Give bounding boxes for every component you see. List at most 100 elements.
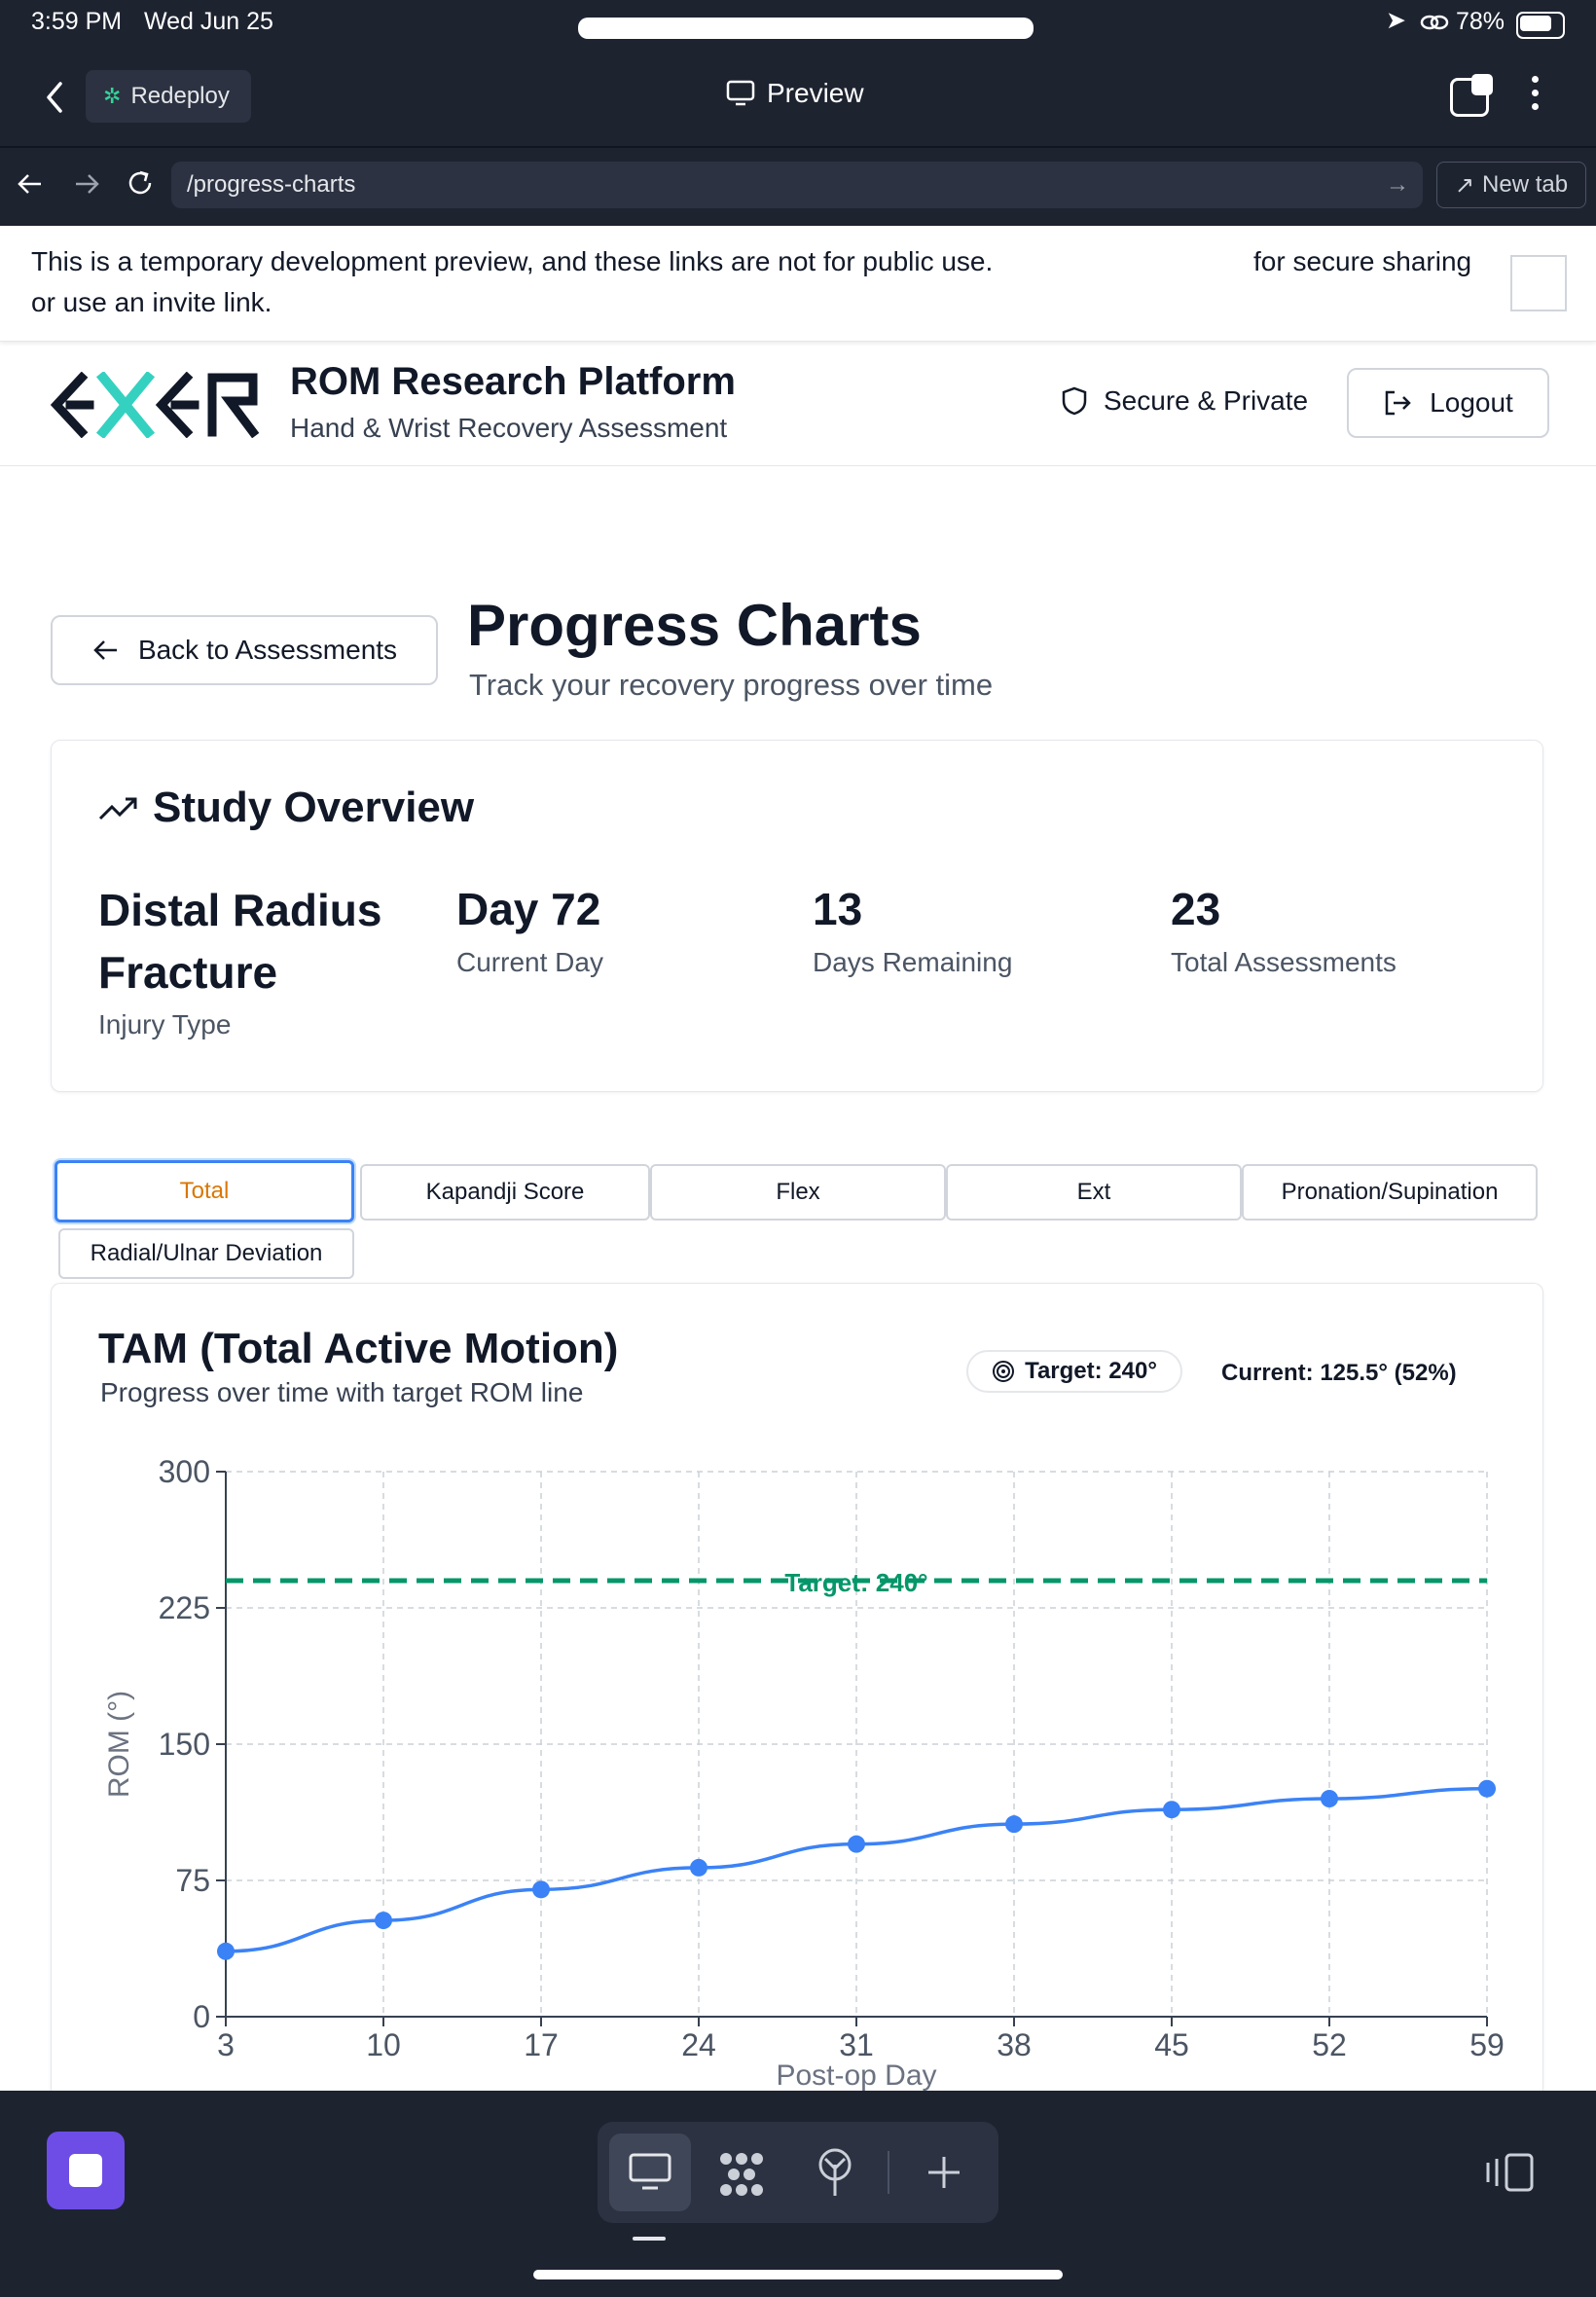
tab-radial-ulnar-deviation[interactable]: Radial/Ulnar Deviation xyxy=(58,1228,354,1279)
dock-desktop-button[interactable] xyxy=(609,2133,691,2211)
data-point xyxy=(1478,1779,1496,1798)
x-tick-label: 10 xyxy=(366,2027,401,2062)
data-point xyxy=(1163,1801,1180,1819)
shield-icon xyxy=(1062,386,1087,416)
bottom-dock xyxy=(0,2091,1596,2297)
sidebar-toggle-icon[interactable] xyxy=(1485,2151,1536,2194)
status-time: 3:59 PM xyxy=(31,8,123,35)
home-indicator[interactable] xyxy=(533,2270,1063,2279)
app-icon[interactable] xyxy=(47,2132,125,2209)
notice-right: for secure sharing xyxy=(1253,246,1472,276)
stat-total-assessments-label: Total Assessments xyxy=(1171,947,1396,977)
new-tab-label: New tab xyxy=(1482,171,1569,198)
grid-dots-icon[interactable] xyxy=(718,2151,765,2198)
app-subtitle: Hand & Wrist Recovery Assessment xyxy=(290,413,728,443)
target-icon xyxy=(993,1361,1015,1382)
tab-kapandji-score[interactable]: Kapandji Score xyxy=(360,1164,650,1221)
target-badge-label: Target: 240° xyxy=(1025,1358,1157,1384)
app-header: ROM Research Platform Hand & Wrist Recov… xyxy=(0,341,1596,466)
tab-ext[interactable]: Ext xyxy=(946,1164,1242,1221)
url-bar[interactable]: /progress-charts → xyxy=(171,162,1423,208)
preview-notice: This is a temporary development preview,… xyxy=(0,226,1596,342)
location-icon: ➤ xyxy=(1386,7,1406,34)
stat-injury-label: Injury Type xyxy=(98,1009,232,1039)
y-tick-label: 0 xyxy=(193,1999,210,2034)
new-tab-button[interactable]: ↗ New tab xyxy=(1436,162,1586,208)
x-tick-label: 3 xyxy=(217,2027,235,2062)
url-text: /progress-charts xyxy=(187,171,356,198)
chart-subtitle: Progress over time with target ROM line xyxy=(100,1377,584,1407)
data-point xyxy=(690,1858,707,1877)
stat-days-remaining-value: 13 xyxy=(813,884,863,934)
tab-flex[interactable]: Flex xyxy=(650,1164,946,1221)
y-tick-label: 300 xyxy=(159,1454,210,1489)
browser-chrome: 3:59 PM Wed Jun 25 ➤ 78% ✲ Redeploy Prev… xyxy=(0,0,1596,226)
injury-line1: Distal Radius xyxy=(98,885,382,935)
link-icon xyxy=(1420,15,1449,30)
redeploy-button[interactable]: ✲ Redeploy xyxy=(86,70,251,123)
tab-total[interactable]: Total xyxy=(54,1160,354,1222)
redeploy-label: Redeploy xyxy=(130,83,230,109)
y-tick-label: 150 xyxy=(159,1727,210,1762)
stat-injury-value: Distal Radius Fracture xyxy=(98,879,381,1003)
deploy-icon[interactable] xyxy=(814,2147,856,2198)
x-tick-label: 24 xyxy=(681,2027,716,2062)
multitask-handle[interactable] xyxy=(578,18,1034,39)
overview-title: Study Overview xyxy=(153,784,475,831)
data-point xyxy=(848,1835,865,1853)
stat-current-day-value: Day 72 xyxy=(456,884,601,934)
tam-line-chart: 0 75 150 225 300 3 10 17 24 31 38 45 52 59 Post-op Day… xyxy=(103,1454,1505,2091)
battery-percent: 78% xyxy=(1456,8,1505,35)
go-arrow-icon[interactable]: → xyxy=(1386,171,1409,199)
tab-pronation-supination[interactable]: Pronation/Supination xyxy=(1242,1164,1538,1221)
y-tick-label: 75 xyxy=(175,1863,210,1898)
app-title: ROM Research Platform xyxy=(290,360,736,403)
exer-logo xyxy=(50,372,260,438)
stat-days-remaining-label: Days Remaining xyxy=(813,947,1013,977)
plus-icon[interactable] xyxy=(925,2153,963,2192)
x-tick-label: 31 xyxy=(839,2027,874,2062)
x-tick-label: 59 xyxy=(1469,2027,1505,2062)
reload-icon[interactable] xyxy=(125,167,156,199)
target-line-label: Target: 240° xyxy=(784,1568,927,1597)
preview-label: Preview xyxy=(767,78,864,108)
logout-button[interactable]: Logout xyxy=(1347,368,1549,438)
target-badge: Target: 240° xyxy=(966,1350,1182,1393)
monitor-icon xyxy=(629,2153,671,2190)
page-subtitle: Track your recovery progress over time xyxy=(469,668,994,702)
data-point xyxy=(1321,1790,1338,1807)
data-point xyxy=(532,1880,550,1899)
trending-up-icon xyxy=(98,797,137,820)
tree-icon: ✲ xyxy=(103,84,122,108)
x-tick-label: 45 xyxy=(1154,2027,1189,2062)
tabs-icon[interactable] xyxy=(1450,74,1493,117)
notice-line2: or use an invite link. xyxy=(31,287,272,317)
back-label: Back to Assessments xyxy=(137,635,398,665)
monitor-icon xyxy=(726,80,755,106)
external-link-icon: ↗ xyxy=(1454,171,1475,199)
notice-checkbox[interactable] xyxy=(1510,255,1567,311)
x-tick-label: 17 xyxy=(524,2027,559,2062)
study-overview-card: Study Overview Distal Radius Fracture In… xyxy=(51,740,1543,1092)
injury-line2: Fracture xyxy=(98,947,278,998)
secure-label: Secure & Private xyxy=(1104,385,1309,416)
x-tick-label: 38 xyxy=(997,2027,1032,2062)
arrow-left-icon xyxy=(93,640,117,660)
back-chevron-icon[interactable] xyxy=(43,80,66,115)
nav-back-icon[interactable] xyxy=(16,171,45,197)
overview-header: Study Overview xyxy=(98,784,474,832)
active-indicator xyxy=(633,2237,666,2241)
x-axis-label: Post-op Day xyxy=(776,2060,936,2091)
logout-icon xyxy=(1385,390,1411,416)
current-value: Current: 125.5° (52%) xyxy=(1221,1360,1457,1386)
data-point xyxy=(375,1912,392,1930)
y-axis-label: ROM (°) xyxy=(103,1691,135,1798)
data-point xyxy=(1005,1815,1023,1834)
preview-title: Preview xyxy=(726,78,864,109)
y-tick-label: 225 xyxy=(159,1590,210,1625)
nav-forward-icon[interactable] xyxy=(72,171,101,197)
battery-icon xyxy=(1516,12,1565,39)
back-to-assessments-button[interactable]: Back to Assessments xyxy=(51,615,438,685)
logout-label: Logout xyxy=(1430,387,1513,418)
more-icon[interactable] xyxy=(1532,76,1540,110)
